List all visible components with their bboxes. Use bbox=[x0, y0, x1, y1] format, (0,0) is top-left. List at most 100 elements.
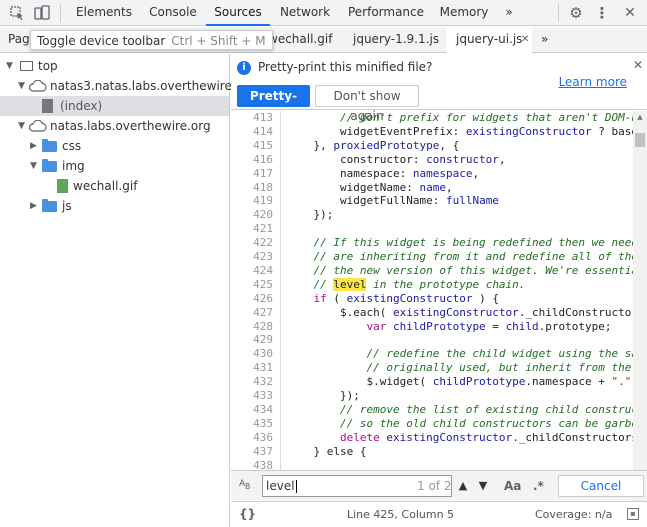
format-icon[interactable]: {} bbox=[239, 507, 256, 521]
tree-item-wechall-gif[interactable]: wechall.gif bbox=[0, 176, 229, 196]
more-files-button[interactable]: » bbox=[541, 27, 548, 53]
device-toolbar-icon[interactable] bbox=[34, 5, 50, 21]
collapsed-arrow-icon[interactable]: ▶ bbox=[30, 196, 37, 216]
code-area[interactable]: 413 // don't prefix for widgets that are… bbox=[231, 111, 633, 506]
tree-item-img[interactable]: ▼ img bbox=[0, 156, 229, 176]
next-match-icon[interactable]: ▼ bbox=[473, 475, 493, 497]
settings-gear-icon[interactable]: ⚙ bbox=[568, 5, 584, 21]
code-line[interactable]: 418 widgetName: name, bbox=[231, 181, 633, 195]
more-tabs-button[interactable]: » bbox=[498, 0, 520, 26]
line-number[interactable]: 435 bbox=[231, 417, 277, 431]
line-number[interactable]: 437 bbox=[231, 445, 277, 459]
line-number[interactable]: 421 bbox=[231, 222, 277, 236]
expand-arrow-icon[interactable]: ▼ bbox=[30, 156, 37, 176]
code-line[interactable]: 431 // originally used, but inherit from… bbox=[231, 361, 633, 375]
code-line[interactable]: 413 // don't prefix for widgets that are… bbox=[231, 111, 633, 125]
code-line[interactable]: 414 widgetEventPrefix: existingConstruct… bbox=[231, 125, 633, 139]
code-line[interactable]: 422 // If this widget is being redefined… bbox=[231, 236, 633, 250]
tab-performance[interactable]: Performance bbox=[340, 0, 432, 26]
tree-item-css[interactable]: ▶ css bbox=[0, 136, 229, 156]
line-number[interactable]: 419 bbox=[231, 194, 277, 208]
line-number[interactable]: 415 bbox=[231, 139, 277, 153]
line-number[interactable]: 425 bbox=[231, 278, 277, 292]
close-tab-icon[interactable]: ✕ bbox=[521, 27, 529, 52]
line-number[interactable]: 418 bbox=[231, 181, 277, 195]
tab-memory[interactable]: Memory bbox=[432, 0, 496, 26]
code-line[interactable]: 437 } else { bbox=[231, 445, 633, 459]
line-number[interactable]: 414 bbox=[231, 125, 277, 139]
expand-arrow-icon[interactable]: ▼ bbox=[18, 76, 25, 96]
line-number[interactable]: 427 bbox=[231, 306, 277, 320]
tab-network[interactable]: Network bbox=[270, 0, 340, 26]
tab-console[interactable]: Console bbox=[140, 0, 206, 26]
close-devtools-icon[interactable]: ✕ bbox=[622, 5, 638, 21]
line-number[interactable]: 436 bbox=[231, 431, 277, 445]
vertical-scrollbar[interactable]: ▲ ▼ bbox=[633, 111, 647, 506]
file-tab-wechall[interactable]: wechall.gif bbox=[268, 27, 332, 53]
line-number[interactable]: 434 bbox=[231, 403, 277, 417]
code-line[interactable]: 432 $.widget( childPrototype.namespace +… bbox=[231, 375, 633, 389]
expand-arrow-icon[interactable]: ▼ bbox=[18, 116, 25, 136]
tree-item-index[interactable]: (index) bbox=[0, 96, 229, 116]
scroll-up-icon[interactable]: ▲ bbox=[633, 113, 647, 121]
code-line[interactable]: 434 // remove the list of existing child… bbox=[231, 403, 633, 417]
coverage-status: Coverage: n/a bbox=[535, 508, 613, 521]
code-token: constructor bbox=[426, 152, 499, 166]
coverage-icon[interactable]: ▪ bbox=[627, 508, 639, 520]
line-number[interactable]: 430 bbox=[231, 347, 277, 361]
line-number[interactable]: 431 bbox=[231, 361, 277, 375]
code-line[interactable]: 425 // level in the prototype chain. bbox=[231, 277, 633, 292]
code-line[interactable]: 416 constructor: constructor, bbox=[231, 153, 633, 167]
line-number[interactable]: 420 bbox=[231, 208, 277, 222]
line-number[interactable]: 422 bbox=[231, 236, 277, 250]
learn-more-link[interactable]: Learn more bbox=[559, 75, 627, 89]
tab-elements[interactable]: Elements bbox=[68, 0, 140, 26]
regex-button[interactable]: .* bbox=[533, 475, 544, 497]
code-line[interactable]: 419 widgetFullName: fullName bbox=[231, 194, 633, 208]
code-line[interactable]: 428 var childPrototype = child.prototype… bbox=[231, 320, 633, 334]
code-line[interactable]: 415 }, proxiedPrototype, { bbox=[231, 139, 633, 153]
code-line[interactable]: 435 // so the old child constructors can… bbox=[231, 417, 633, 431]
line-number[interactable]: 423 bbox=[231, 250, 277, 264]
code-line[interactable]: 430 // redefine the child widget using t… bbox=[231, 347, 633, 361]
line-number[interactable]: 417 bbox=[231, 167, 277, 181]
code-line[interactable]: 429 bbox=[231, 333, 633, 347]
line-number[interactable]: 432 bbox=[231, 375, 277, 389]
line-number[interactable]: 416 bbox=[231, 153, 277, 167]
previous-match-icon[interactable]: ▲ bbox=[453, 475, 473, 497]
code-line[interactable]: 421 bbox=[231, 222, 633, 236]
match-case-button[interactable]: Aa bbox=[504, 475, 521, 497]
code-token: widgetName: bbox=[287, 180, 420, 194]
dont-show-again-button[interactable]: Don't show again bbox=[315, 85, 419, 123]
line-number[interactable]: 424 bbox=[231, 264, 277, 278]
code-line[interactable]: 417 namespace: namespace, bbox=[231, 167, 633, 181]
line-number[interactable]: 413 bbox=[231, 111, 277, 125]
close-infobar-icon[interactable]: ✕ bbox=[633, 58, 643, 72]
code-line[interactable]: 420 }); bbox=[231, 208, 633, 222]
file-tab-jquery-191[interactable]: jquery-1.9.1.js bbox=[353, 27, 439, 53]
code-line[interactable]: 424 // the new version of this widget. W… bbox=[231, 264, 633, 278]
cancel-search-button[interactable]: Cancel bbox=[558, 475, 644, 497]
code-line[interactable]: 427 $.each( existingConstructor._childCo… bbox=[231, 306, 633, 320]
code-line[interactable]: 436 delete existingConstructor._childCon… bbox=[231, 431, 633, 445]
tab-sources[interactable]: Sources bbox=[206, 0, 270, 26]
file-tab-jquery-ui[interactable]: jquery-ui.js ✕ bbox=[446, 27, 532, 53]
inspect-element-icon[interactable] bbox=[9, 5, 25, 21]
tree-item-natas-domain[interactable]: ▼ natas.labs.overthewire.org bbox=[0, 116, 229, 136]
code-line[interactable]: 426 if ( existingConstructor ) { bbox=[231, 292, 633, 306]
tree-item-js[interactable]: ▶ js bbox=[0, 196, 229, 216]
tree-item-top[interactable]: ▼ top bbox=[0, 56, 229, 76]
code-line[interactable]: 433 }); bbox=[231, 389, 633, 403]
line-number[interactable]: 433 bbox=[231, 389, 277, 403]
line-number[interactable]: 428 bbox=[231, 320, 277, 334]
more-options-icon[interactable]: ⋮ bbox=[594, 5, 610, 21]
scroll-thumb[interactable] bbox=[635, 133, 645, 147]
collapsed-arrow-icon[interactable]: ▶ bbox=[30, 136, 37, 156]
line-number[interactable]: 429 bbox=[231, 333, 277, 347]
expand-arrow-icon[interactable]: ▼ bbox=[6, 56, 13, 76]
tree-item-natas3-domain[interactable]: ▼ natas3.natas.labs.overthewire.org bbox=[0, 76, 255, 96]
pretty-print-button[interactable]: Pretty-print bbox=[237, 85, 310, 125]
code-line[interactable]: 423 // are inheriting from it and redefi… bbox=[231, 250, 633, 264]
line-number[interactable]: 426 bbox=[231, 292, 277, 306]
replace-toggle-icon[interactable]: AB bbox=[239, 479, 250, 491]
